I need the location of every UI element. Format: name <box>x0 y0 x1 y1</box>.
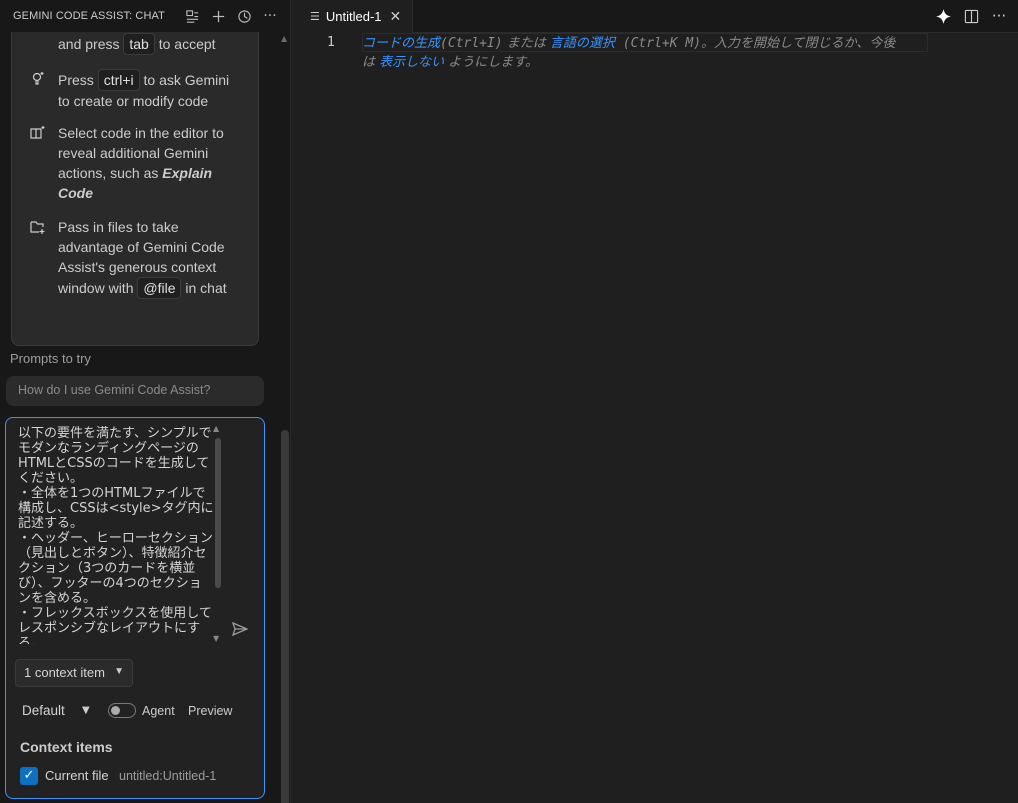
panel-actions: ··· <box>183 6 279 26</box>
panel-header: GEMINI CODE ASSIST: CHAT ··· <box>0 0 291 32</box>
more-icon[interactable]: ··· <box>261 6 279 26</box>
lightbulb-sparkle-icon <box>30 69 58 111</box>
scroll-down-icon[interactable]: ▼ <box>213 634 219 643</box>
select-language-link[interactable]: 言語の選択 <box>550 36 615 51</box>
split-editor-icon[interactable] <box>962 6 980 26</box>
chevron-down-icon[interactable]: ▼ <box>82 705 90 716</box>
chat-input[interactable]: 以下の要件を満たす、シンプルでモダンなランディングページのHTMLとCSSのコー… <box>18 426 214 644</box>
chevron-down-icon: ▼ <box>114 666 124 677</box>
mode-select[interactable]: Default <box>22 703 65 718</box>
file-lines-icon: ☰ <box>310 10 320 23</box>
tab-untitled-1[interactable]: ☰ Untitled-1 ✕ <box>292 0 413 33</box>
toggle-knob <box>111 706 120 715</box>
editor-hint: コードの生成(Ctrl+I) または 言語の選択 (Ctrl+K M)。入力を開… <box>362 36 896 70</box>
context-dropdown-label: 1 context item <box>24 665 105 680</box>
kbd-tab: tab <box>123 33 155 55</box>
vscode-window: GEMINI CODE ASSIST: CHAT ··· and press t… <box>0 0 1018 803</box>
history-icon[interactable] <box>235 6 253 26</box>
scrollbar-thumb[interactable] <box>215 438 221 588</box>
panel-title: GEMINI CODE ASSIST: CHAT <box>13 10 165 22</box>
book-sparkle-icon <box>30 123 58 203</box>
tab-bar: ☰ Untitled-1 ✕ ··· <box>292 0 1018 33</box>
editor-area: ☰ Untitled-1 ✕ ··· 1 コードの生成(Ctrl+I) または … <box>292 0 1018 803</box>
tab-label: Untitled-1 <box>325 9 382 24</box>
generate-code-link[interactable]: コードの生成 <box>362 36 440 51</box>
send-icon[interactable] <box>231 621 249 640</box>
agent-label: Agent <box>142 704 175 718</box>
scroll-up-icon[interactable]: ▲ <box>281 34 287 43</box>
preview-label: Preview <box>188 704 233 718</box>
current-file-label: Current file <box>45 768 109 783</box>
more-icon[interactable]: ··· <box>990 6 1008 26</box>
new-chat-icon[interactable] <box>209 6 227 26</box>
dont-show-link[interactable]: 表示しない <box>379 55 444 70</box>
edit-chat-icon[interactable] <box>183 6 201 26</box>
current-file-checkbox[interactable]: ✓ <box>20 767 38 785</box>
chat-input-box: 以下の要件を満たす、シンプルでモダンなランディングページのHTMLとCSSのコー… <box>5 417 265 799</box>
kbd-file: @file <box>137 277 182 299</box>
close-icon[interactable]: ✕ <box>390 9 402 25</box>
tip-item: Select code in the editor to reveal addi… <box>30 123 238 203</box>
tip-item: and press tab to accept <box>30 33 238 55</box>
gemini-chat-panel: GEMINI CODE ASSIST: CHAT ··· and press t… <box>0 0 291 803</box>
kbd-ctrl-i: ctrl+i <box>97 69 140 91</box>
tip-item: Pass in files to take advantage of Gemin… <box>30 217 238 299</box>
input-scrollbar[interactable]: ▲ ▼ <box>213 424 223 646</box>
agent-toggle[interactable] <box>108 703 136 718</box>
context-items-dropdown[interactable]: 1 context item ▼ <box>15 659 133 687</box>
line-number: 1 <box>327 35 335 50</box>
context-items-title: Context items <box>20 739 113 755</box>
tip-item: Press ctrl+i to ask Gemini to create or … <box>30 69 238 111</box>
scrollbar-thumb[interactable] <box>281 430 289 803</box>
folder-add-icon <box>30 217 58 299</box>
prompts-label: Prompts to try <box>10 351 91 366</box>
scroll-up-icon[interactable]: ▲ <box>213 424 219 433</box>
gemini-sparkle-icon[interactable] <box>934 6 952 26</box>
prompt-suggestion[interactable]: How do I use Gemini Code Assist? <box>6 376 264 406</box>
inline-suggest-icon <box>30 33 58 55</box>
panel-scrollbar[interactable]: ▲ <box>279 32 291 803</box>
tips-card: and press tab to accept Press ctrl+i to … <box>11 32 259 346</box>
editor-actions: ··· <box>934 6 1008 26</box>
chat-scroll-area: and press tab to accept Press ctrl+i to … <box>0 32 278 803</box>
current-file-path: untitled:Untitled-1 <box>119 769 217 783</box>
